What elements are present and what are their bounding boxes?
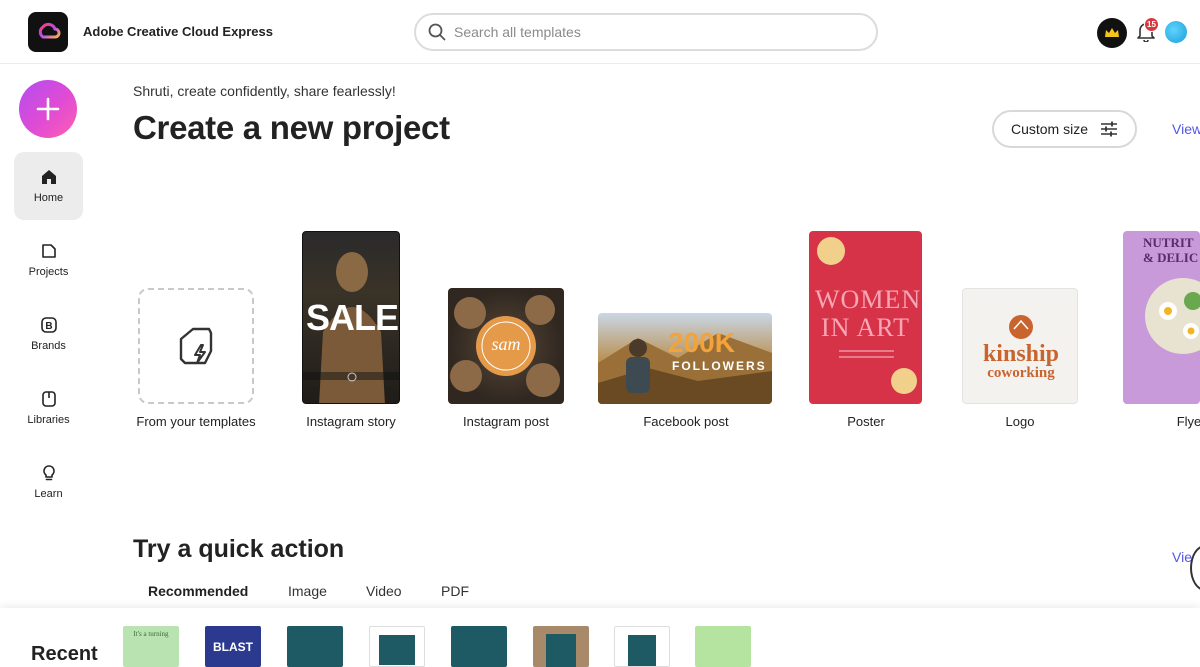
recent-title: Recent	[31, 643, 98, 665]
recent-item[interactable]	[533, 626, 589, 667]
sidebar-item-brands[interactable]: B Brands	[14, 300, 83, 368]
learn-icon	[42, 465, 55, 481]
recent-item-image	[379, 635, 415, 665]
recent-item[interactable]	[695, 626, 751, 667]
creative-cloud-icon	[38, 22, 61, 39]
card-label-poster: Poster	[847, 414, 885, 429]
post-logo-text: sam	[491, 334, 521, 354]
notification-badge: 15	[1144, 17, 1159, 32]
instagram-story-card[interactable]: SALE	[302, 231, 400, 404]
sidebar-item-label: Libraries	[27, 414, 70, 426]
recent-item[interactable]	[287, 626, 343, 667]
recent-item-text: It's a turning	[133, 630, 169, 638]
sidebar-item-learn[interactable]: Learn	[14, 448, 83, 516]
logo-card[interactable]: kinship coworking	[962, 288, 1078, 404]
avatar[interactable]	[1165, 21, 1187, 43]
recent-panel	[0, 608, 1200, 667]
facebook-post-card[interactable]: 200K FOLLOWERS	[598, 313, 772, 404]
sidebar-item-label: Learn	[34, 488, 63, 500]
brands-icon: B	[40, 317, 57, 333]
home-icon	[41, 170, 56, 184]
flyer-card[interactable]: NUTRIT & DELIC	[1123, 231, 1200, 404]
recent-item[interactable]	[369, 626, 425, 667]
custom-size-button[interactable]: Custom size	[992, 110, 1137, 148]
sidebar-item-home[interactable]: Home	[14, 152, 83, 220]
premium-button[interactable]	[1097, 18, 1127, 48]
tab-pdf[interactable]: PDF	[441, 583, 469, 599]
fb-200k-text: 200K	[668, 327, 735, 358]
fb-followers-text: FOLLOWERS	[672, 359, 767, 373]
logo-kinship-text: kinship	[982, 341, 1060, 367]
quick-action-view-all-link[interactable]: Vie	[1172, 549, 1192, 565]
logo-coworking-text: coworking	[987, 365, 1055, 381]
search-icon	[428, 23, 446, 41]
poster-card[interactable]: WOMEN IN ART	[809, 231, 922, 404]
view-all-link[interactable]: View	[1172, 121, 1200, 137]
card-label-logo: Logo	[1005, 414, 1035, 429]
greeting-text: Shruti, create confidently, share fearle…	[133, 83, 396, 99]
templates-icon	[179, 327, 213, 365]
app-title: Adobe Creative Cloud Express	[83, 24, 273, 39]
libraries-icon	[41, 391, 56, 407]
sidebar-item-label: Brands	[31, 340, 66, 352]
sidebar-item-projects[interactable]: Projects	[14, 226, 83, 294]
projects-icon	[41, 244, 56, 258]
card-label-post: Instagram post	[463, 414, 549, 429]
create-button[interactable]	[19, 80, 77, 138]
svg-text:B: B	[45, 321, 52, 332]
flyer-title-text: NUTRIT & DELIC	[1143, 235, 1199, 265]
top-bar: Adobe Creative Cloud Express 15	[0, 0, 1200, 64]
card-label-templates: From your templates	[136, 414, 256, 429]
card-label-flyer: Flye	[1176, 414, 1200, 429]
sliders-icon	[1101, 121, 1118, 137]
poster-title-text: WOMEN IN ART	[815, 285, 922, 342]
sidebar-item-libraries[interactable]: Libraries	[14, 374, 83, 442]
search-input[interactable]	[454, 24, 854, 40]
from-templates-card[interactable]	[138, 288, 254, 404]
app-logo[interactable]	[28, 12, 68, 52]
custom-size-label: Custom size	[1010, 121, 1089, 137]
recent-item-text: BLAST	[213, 640, 253, 654]
recent-item[interactable]	[451, 626, 507, 667]
search-bar[interactable]	[414, 13, 878, 51]
sidebar-item-label: Home	[33, 192, 64, 204]
recent-item[interactable]	[614, 626, 670, 667]
card-label-facebook: Facebook post	[643, 414, 729, 429]
tab-image[interactable]: Image	[288, 583, 327, 599]
quick-action-title: Try a quick action	[133, 535, 345, 563]
recent-item-image	[628, 635, 656, 666]
page-title: Create a new project	[133, 109, 450, 146]
recent-item[interactable]: It's a turning	[123, 626, 179, 667]
plus-icon	[36, 97, 60, 121]
crown-icon	[1105, 28, 1119, 37]
tab-recommended[interactable]: Recommended	[148, 583, 248, 599]
instagram-post-card[interactable]: sam	[448, 288, 564, 404]
sidebar-item-label: Projects	[28, 266, 69, 278]
card-label-story: Instagram story	[306, 414, 396, 429]
recent-item[interactable]: BLAST	[205, 626, 261, 667]
tab-video[interactable]: Video	[366, 583, 402, 599]
recent-item-image	[546, 634, 576, 667]
story-sale-text: SALE	[305, 297, 399, 338]
